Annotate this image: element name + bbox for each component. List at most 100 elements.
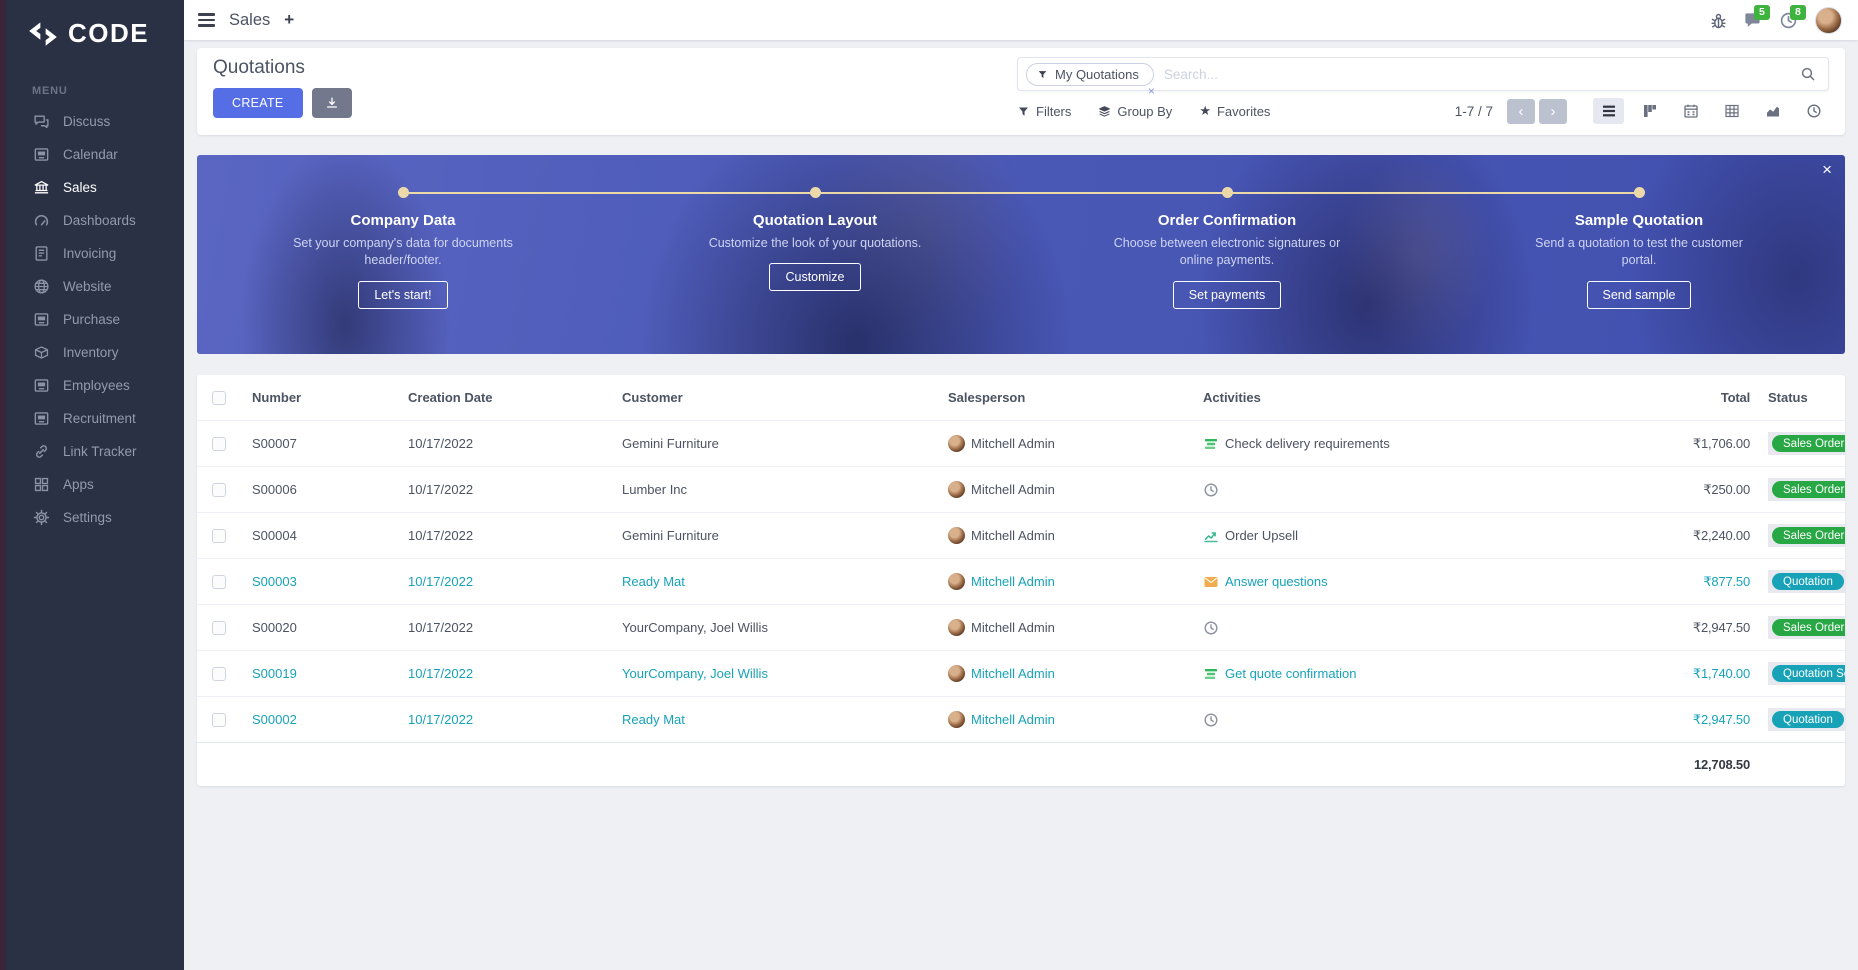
table-row-s00007[interactable]: S00007 10/17/2022 Gemini Furniture Mitch… — [197, 420, 1845, 466]
messages-icon[interactable]: 5 — [1743, 11, 1762, 30]
step-action-button[interactable]: Send sample — [1587, 281, 1692, 309]
activity-cell[interactable]: Check delivery requirements — [1192, 436, 1550, 452]
star-icon: ★ — [1199, 103, 1211, 119]
layers-icon — [1098, 105, 1111, 118]
group-by-button[interactable]: Group By — [1098, 104, 1172, 119]
row-checkbox[interactable] — [212, 575, 226, 589]
table-row-s00003[interactable]: S00003 10/17/2022 Ready Mat Mitchell Adm… — [197, 558, 1845, 604]
sidebar-item-link-tracker[interactable]: Link Tracker — [6, 435, 184, 468]
status-badge: Sales Order — [1772, 481, 1845, 498]
salesperson-name: Mitchell Admin — [971, 574, 1055, 589]
debug-bug-icon[interactable] — [1709, 12, 1726, 29]
activity-cell[interactable]: Get quote confirmation — [1192, 666, 1550, 682]
sidebar-item-settings[interactable]: Settings — [6, 501, 184, 534]
salesperson-cell: Mitchell Admin — [937, 527, 1192, 544]
user-avatar[interactable] — [1815, 7, 1842, 34]
filters-button[interactable]: Filters — [1017, 104, 1071, 119]
select-all-checkbox[interactable] — [212, 391, 226, 405]
sidebar-item-invoicing[interactable]: Invoicing — [6, 237, 184, 270]
row-checkbox[interactable] — [212, 621, 226, 635]
column-header-customer[interactable]: Customer — [611, 390, 937, 405]
sidebar-item-purchase[interactable]: Purchase — [6, 303, 184, 336]
table-row-s00020[interactable]: S00020 10/17/2022 YourCompany, Joel Will… — [197, 604, 1845, 650]
sidebar-item-inventory[interactable]: Inventory — [6, 336, 184, 369]
activity-cell[interactable] — [1192, 620, 1550, 636]
view-switcher-pivot[interactable] — [1716, 98, 1747, 124]
salesperson-avatar — [948, 481, 965, 498]
add-tab-button[interactable]: + — [284, 10, 294, 30]
salesperson-avatar — [948, 711, 965, 728]
table-row-s00004[interactable]: S00004 10/17/2022 Gemini Furniture Mitch… — [197, 512, 1845, 558]
view-switcher-kanban[interactable] — [1634, 98, 1665, 124]
hamburger-menu-icon[interactable] — [198, 13, 215, 27]
table-row-s00002[interactable]: S00002 10/17/2022 Ready Mat Mitchell Adm… — [197, 696, 1845, 742]
customer-name: Lumber Inc — [611, 482, 937, 497]
step-action-button[interactable]: Set payments — [1173, 281, 1281, 309]
export-button[interactable] — [312, 88, 352, 118]
banner-close-icon[interactable]: × — [1822, 160, 1832, 180]
sidebar-item-website[interactable]: Website — [6, 270, 184, 303]
activity-chart-icon[interactable] — [1203, 528, 1219, 544]
activity-cell[interactable] — [1192, 712, 1550, 728]
sidebar-item-recruitment[interactable]: Recruitment — [6, 402, 184, 435]
table-body: S00007 10/17/2022 Gemini Furniture Mitch… — [197, 420, 1845, 742]
topbar-left: Sales + — [198, 10, 294, 30]
activity-tasks-icon[interactable] — [1203, 666, 1219, 682]
salesperson-avatar — [948, 573, 965, 590]
row-checkbox[interactable] — [212, 529, 226, 543]
sidebar-item-sales[interactable]: Sales — [6, 171, 184, 204]
row-checkbox[interactable] — [212, 437, 226, 451]
step-title: Company Data — [350, 212, 455, 229]
create-button[interactable]: CREATE — [213, 88, 303, 118]
discuss-icon — [33, 113, 50, 130]
sidebar-item-dashboards[interactable]: Dashboards — [6, 204, 184, 237]
remove-facet-icon[interactable]: × — [1148, 84, 1155, 98]
activity-clock-icon[interactable] — [1203, 620, 1219, 636]
salesperson-name: Mitchell Admin — [971, 666, 1055, 681]
sidebar-item-calendar[interactable]: Calendar — [6, 138, 184, 171]
view-switcher-calendar[interactable] — [1675, 98, 1706, 124]
activity-clock-icon[interactable] — [1203, 482, 1219, 498]
status-cell-background: Quotation Sent — [1768, 662, 1845, 685]
appwin-icon — [33, 410, 50, 427]
pager-next-button[interactable]: › — [1539, 99, 1567, 124]
activity-clock-icon[interactable] — [1203, 712, 1219, 728]
search-input[interactable]: Search... — [1164, 67, 1800, 82]
column-header-salesperson[interactable]: Salesperson — [937, 390, 1192, 405]
activity-tasks-icon[interactable] — [1203, 436, 1219, 452]
view-switcher-list[interactable] — [1593, 98, 1624, 124]
activities-clock-icon[interactable]: 8 — [1779, 11, 1798, 30]
activity-cell[interactable]: Answer questions — [1192, 574, 1550, 590]
sidebar-item-apps[interactable]: Apps — [6, 468, 184, 501]
row-checkbox[interactable] — [212, 483, 226, 497]
activity-cell[interactable]: Order Upsell — [1192, 528, 1550, 544]
view-switcher-clock[interactable] — [1798, 98, 1829, 124]
step-action-button[interactable]: Let's start! — [358, 281, 447, 309]
table-row-s00006[interactable]: S00006 10/17/2022 Lumber Inc Mitchell Ad… — [197, 466, 1845, 512]
search-facet[interactable]: My Quotations × — [1026, 63, 1154, 86]
column-header-creation-date[interactable]: Creation Date — [397, 390, 611, 405]
app-logo[interactable]: CODE — [6, 0, 184, 59]
grand-total: 12,708.50 — [1550, 757, 1750, 772]
search-icon[interactable] — [1800, 66, 1816, 82]
pager-previous-button[interactable]: ‹ — [1507, 99, 1535, 124]
sidebar-item-employees[interactable]: Employees — [6, 369, 184, 402]
activity-label: Answer questions — [1225, 574, 1328, 589]
activity-cell[interactable] — [1192, 482, 1550, 498]
table-row-s00019[interactable]: S00019 10/17/2022 YourCompany, Joel Will… — [197, 650, 1845, 696]
search-bar[interactable]: My Quotations × Search... — [1017, 57, 1829, 91]
step-action-button[interactable]: Customize — [769, 263, 860, 291]
column-header-activities[interactable]: Activities — [1192, 390, 1550, 405]
view-switcher-graph[interactable] — [1757, 98, 1788, 124]
breadcrumb-app[interactable]: Sales — [229, 11, 270, 30]
column-header-status[interactable]: Status — [1750, 390, 1845, 405]
row-checkbox[interactable] — [212, 667, 226, 681]
favorites-button[interactable]: ★ Favorites — [1199, 103, 1270, 119]
column-header-number[interactable]: Number — [241, 390, 397, 405]
row-checkbox[interactable] — [212, 713, 226, 727]
sidebar-item-discuss[interactable]: Discuss — [6, 105, 184, 138]
column-header-total[interactable]: Total — [1550, 390, 1750, 405]
activity-envelope-icon[interactable] — [1203, 574, 1219, 590]
sidebar-item-label: Inventory — [63, 345, 119, 360]
total-amount: ₹2,947.50 — [1550, 620, 1750, 636]
